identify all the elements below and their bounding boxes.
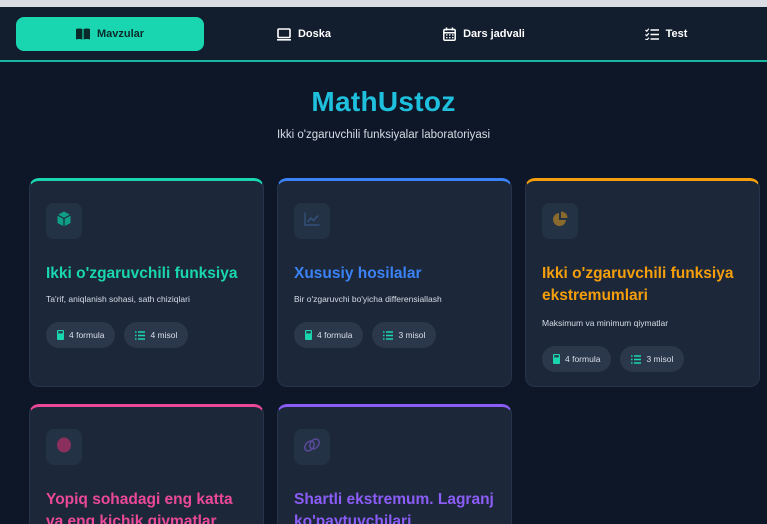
example-count: 3 misol [646, 354, 674, 364]
formula-count-badge: 4 formula [542, 346, 612, 372]
card-badges: 4 formula 3 misol [294, 322, 437, 348]
card-icon-box [294, 429, 330, 465]
topic-card-shartli-ekstremum[interactable]: Shartli ekstremum. Lagranj ko'paytuvchil… [277, 404, 512, 524]
book-icon [75, 28, 90, 40]
calculator-icon [553, 354, 560, 364]
tab-label: Doska [297, 28, 332, 40]
list-icon [135, 330, 146, 340]
card-title: Shartli ekstremum. Lagranj ko'paytuvchil… [294, 491, 494, 524]
tab-mavzular[interactable]: Mavzular [16, 17, 204, 51]
card-badges: 4 formula 4 misol [46, 322, 189, 348]
tab-label: Dars jadvali [463, 28, 525, 40]
tab-test[interactable]: Test [572, 17, 760, 51]
browser-top-strip [0, 0, 767, 7]
card-title: Ikki o'zgaruvchili funksiya [46, 265, 238, 282]
formula-count-badge: 4 formula [46, 322, 116, 348]
pie-chart-icon [552, 211, 568, 232]
example-count-badge: 3 misol [372, 322, 437, 348]
whiteboard-icon [276, 27, 291, 41]
tab-label: Test [665, 28, 688, 40]
list-check-icon [644, 28, 659, 40]
formula-count: 4 formula [565, 354, 601, 364]
topic-card-ikki-ozgaruvchili-funksiya[interactable]: Ikki o'zgaruvchili funksiya Ta'rif, aniq… [29, 178, 264, 387]
page-title: MathUstoz [311, 86, 456, 117]
topic-card-xususiy-hosilalar[interactable]: Xususiy hosilalar Bir o'zgaruvchi bo'yic… [277, 178, 512, 387]
tab-label: Mavzular [96, 28, 145, 40]
list-icon [631, 354, 642, 364]
calendar-icon [443, 27, 457, 41]
topic-card-yopiq-soha[interactable]: Yopiq sohadagi eng katta va eng kichik q… [29, 404, 264, 524]
formula-count: 4 formula [69, 330, 105, 340]
card-description: Ta'rif, aniqlanish sohasi, sath chiziqla… [46, 294, 190, 304]
calculator-icon [305, 330, 312, 340]
tab-dars-jadvali[interactable]: Dars jadvali [390, 17, 578, 51]
tab-doska[interactable]: Doska [210, 17, 398, 51]
example-count-badge: 3 misol [620, 346, 685, 372]
list-icon [383, 330, 394, 340]
example-count-badge: 4 misol [124, 322, 189, 348]
example-count: 3 misol [398, 330, 426, 340]
card-icon-box [542, 203, 578, 239]
cube-icon [57, 211, 71, 232]
card-title: Xususiy hosilalar [294, 265, 422, 282]
card-title: Ikki o'zgaruvchili funksiya ekstremumlar… [542, 265, 734, 304]
circle-icon [56, 437, 72, 458]
card-badges: 4 formula 3 misol [542, 346, 685, 372]
card-description: Maksimum va minimum qiymatlar [542, 318, 669, 328]
card-icon-box [46, 429, 82, 465]
topic-card-ekstremumlar[interactable]: Ikki o'zgaruvchili funksiya ekstremumlar… [525, 178, 760, 387]
card-icon-box [46, 203, 82, 239]
link-icon [303, 437, 321, 458]
main-navbar: Mavzular Doska Dars jadvali Test [0, 7, 767, 62]
formula-count-badge: 4 formula [294, 322, 364, 348]
formula-count: 4 formula [317, 330, 353, 340]
page-subtitle: Ikki o'zgaruvchili funksiyalar laborator… [276, 129, 491, 141]
card-title: Yopiq sohadagi eng katta va eng kichik q… [46, 491, 233, 524]
card-description: Bir o'zgaruvchi bo'yicha differensiallas… [294, 294, 442, 304]
chart-line-icon [304, 212, 320, 231]
example-count: 4 misol [150, 330, 178, 340]
card-icon-box [294, 203, 330, 239]
calculator-icon [57, 330, 64, 340]
